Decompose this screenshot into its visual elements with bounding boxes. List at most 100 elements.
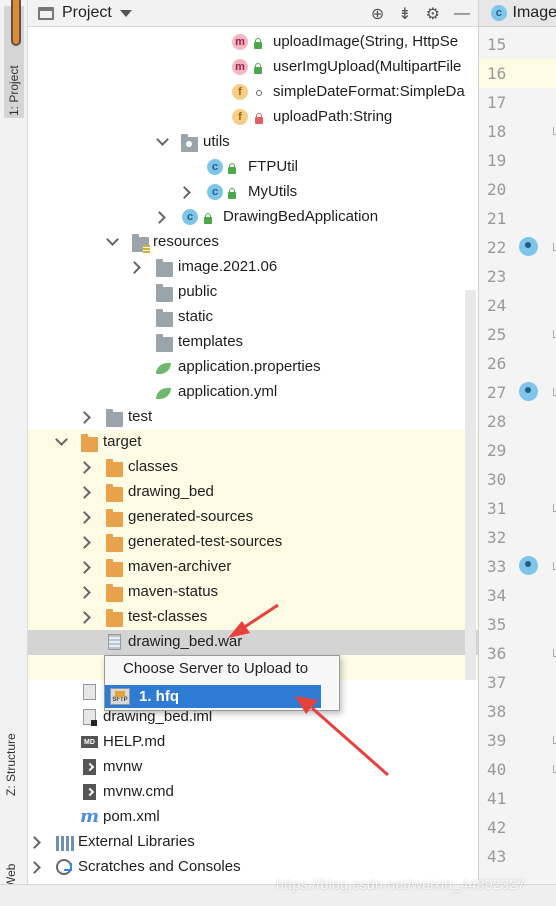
tree-row[interactable]: mvnw (28, 755, 480, 780)
tree-row-label: application.yml (178, 383, 278, 400)
gutter-line: 35 (479, 610, 556, 639)
tree-row[interactable]: f simpleDateFormat:SimpleDa (28, 80, 480, 105)
chevron-right-icon[interactable] (78, 586, 91, 599)
server-option-hfq[interactable]: SFTP 1. hfq (105, 685, 321, 708)
chevron-right-icon[interactable] (78, 536, 91, 549)
tree-row[interactable]: templates (28, 330, 480, 355)
tree-row[interactable]: public (28, 280, 480, 305)
tree-row[interactable]: classes (28, 455, 480, 480)
markdown-file-icon: MD (81, 736, 98, 748)
chevron-right-icon[interactable] (28, 836, 41, 849)
chevron-right-icon[interactable] (28, 861, 41, 874)
line-number: 35 (487, 615, 507, 634)
dropdown-caret-icon[interactable] (119, 9, 132, 17)
chevron-right-icon[interactable] (178, 186, 191, 199)
gutter-line: 34 (479, 581, 556, 610)
folder-icon (156, 309, 173, 327)
tree-row[interactable]: utils (28, 130, 480, 155)
tree-row-selected[interactable]: drawing_bed.war (28, 630, 480, 655)
chevron-right-icon[interactable] (78, 411, 91, 424)
locate-icon[interactable]: ⊕ (371, 4, 384, 24)
chevron-down-icon[interactable] (156, 133, 169, 146)
tree-row[interactable]: application.yml (28, 380, 480, 405)
editor-gutter: c Image 15 16 17 18 19 20 21 22 23 24 25 26 27 28 29 30… (478, 0, 556, 906)
file-icon (83, 684, 96, 700)
structure-tool-tab[interactable]: Z: Structure (4, 716, 18, 796)
watermark-text: https://blog.csdn.net/weixin_44892327 (276, 876, 526, 892)
tree-row[interactable]: drawing_bed (28, 480, 480, 505)
hide-icon[interactable]: — (454, 5, 470, 23)
gutter-line: 40 (479, 755, 556, 784)
tree-row[interactable]: maven-status (28, 580, 480, 605)
tree-row[interactable]: c DrawingBedApplication (28, 205, 480, 230)
editor-tab[interactable]: c Image (479, 0, 556, 27)
spring-config-icon (156, 388, 171, 399)
line-number: 30 (487, 470, 507, 489)
tree-row[interactable]: c MyUtils (28, 180, 480, 205)
tree-row[interactable]: MD HELP.md (28, 730, 480, 755)
tree-row[interactable]: image.2021.06 (28, 255, 480, 280)
line-number: 37 (487, 673, 507, 692)
chevron-right-icon[interactable] (78, 511, 91, 524)
method-icon: m (232, 34, 248, 50)
chevron-right-icon[interactable] (78, 461, 91, 474)
gutter-line: 41 (479, 784, 556, 813)
tree-row-label: simpleDateFormat:SimpleDa (273, 83, 465, 100)
chevron-right-icon[interactable] (78, 611, 91, 624)
tree-row-label: classes (128, 458, 179, 475)
chevron-right-icon[interactable] (78, 561, 91, 574)
tree-row[interactable]: maven-archiver (28, 555, 480, 580)
tree-row[interactable]: target (28, 430, 480, 455)
gutter-line: 42 (479, 813, 556, 842)
tree-row[interactable]: test (28, 405, 480, 430)
tree-row[interactable]: test-classes (28, 605, 480, 630)
chevron-right-icon[interactable] (153, 211, 166, 224)
line-number: 22 (487, 238, 507, 257)
line-number: 17 (487, 93, 507, 112)
project-tool-tab[interactable]: 1: Project (4, 0, 24, 118)
tree-row[interactable]: m userImgUpload(MultipartFile (28, 55, 480, 80)
chevron-down-icon[interactable] (55, 433, 68, 446)
chevron-right-icon[interactable] (128, 261, 141, 274)
gutter-line: 15 (479, 30, 556, 59)
excluded-folder-icon (106, 459, 123, 477)
gutter-line: 36 (479, 639, 556, 668)
tree-scrollbar[interactable] (465, 290, 476, 680)
web-tool-tab[interactable]: Web (4, 838, 18, 888)
shell-script-icon (83, 759, 96, 775)
project-panel-title[interactable]: Project (62, 4, 112, 22)
gutter-line: 29 (479, 436, 556, 465)
package-private-icon (256, 90, 262, 96)
tree-row[interactable]: m pom.xml (28, 805, 480, 830)
tree-row[interactable]: resources (28, 230, 480, 255)
override-method-icon[interactable] (519, 382, 538, 401)
package-icon (181, 134, 198, 152)
tree-row[interactable]: application.properties (28, 355, 480, 380)
chevron-right-icon[interactable] (78, 486, 91, 499)
chevron-down-icon[interactable] (106, 233, 119, 246)
popup-title: Choose Server to Upload to (123, 660, 309, 677)
override-method-icon[interactable] (519, 237, 538, 256)
gutter-line: 17 (479, 88, 556, 117)
line-number: 31 (487, 499, 507, 518)
line-number: 41 (487, 789, 507, 808)
collapse-all-icon[interactable]: ⇟ (398, 4, 411, 24)
war-file-icon (108, 634, 121, 650)
tree-row[interactable]: generated-test-sources (28, 530, 480, 555)
line-number: 27 (487, 383, 507, 402)
tree-row-label: target (103, 433, 142, 450)
class-icon: c (207, 184, 223, 200)
override-method-icon[interactable] (519, 556, 538, 575)
tree-row[interactable]: static (28, 305, 480, 330)
left-tool-strip: 1: Project Z: Structure Web (0, 0, 28, 906)
excluded-folder-icon (106, 609, 123, 627)
tree-row[interactable]: generated-sources (28, 505, 480, 530)
tree-row[interactable]: c FTPUtil (28, 155, 480, 180)
tree-row[interactable]: mvnw.cmd (28, 780, 480, 805)
gear-icon[interactable]: ⚙ (426, 4, 440, 24)
tree-row[interactable]: f uploadPath:String (28, 105, 480, 130)
spring-config-icon (156, 363, 171, 374)
maven-icon: m (80, 806, 100, 827)
tree-row[interactable]: m uploadImage(String, HttpSe (28, 30, 480, 55)
tree-row[interactable]: External Libraries (28, 830, 480, 855)
